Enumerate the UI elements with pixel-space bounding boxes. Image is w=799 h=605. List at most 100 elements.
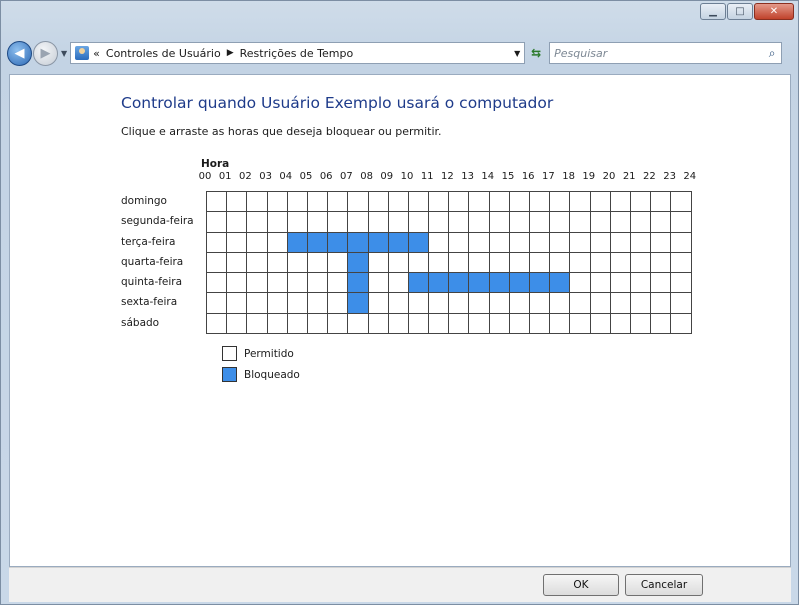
hour-cell[interactable] [469, 192, 490, 213]
hour-cell[interactable] [550, 293, 571, 314]
hour-cell[interactable] [530, 293, 551, 314]
hour-cell[interactable] [328, 212, 349, 233]
hour-cell[interactable] [328, 192, 349, 213]
breadcrumb-separator-icon[interactable]: ▶ [227, 48, 234, 58]
hour-cell[interactable] [348, 273, 369, 294]
hour-cell[interactable] [550, 252, 571, 274]
hour-cell[interactable] [247, 212, 268, 233]
hour-cell[interactable] [267, 212, 288, 233]
hour-cell[interactable] [590, 252, 611, 274]
hour-cell[interactable] [570, 192, 591, 213]
hour-cell[interactable] [287, 313, 308, 335]
hour-cell[interactable] [227, 212, 248, 233]
hour-cell[interactable] [267, 273, 288, 294]
hour-cell[interactable] [550, 212, 571, 233]
search-input[interactable]: Pesquisar ⌕ [549, 42, 783, 64]
hour-cell[interactable] [247, 273, 268, 294]
hour-cell[interactable] [429, 212, 450, 233]
hour-cell[interactable] [570, 212, 591, 233]
hour-cell[interactable] [651, 252, 672, 274]
hour-cell[interactable] [630, 313, 652, 335]
hour-cell[interactable] [429, 313, 450, 335]
hour-cell[interactable] [509, 313, 530, 335]
forward-button[interactable]: ▶ [33, 40, 58, 66]
breadcrumb-user-controls[interactable]: Controles de Usuário [106, 47, 221, 60]
hour-cell[interactable] [610, 313, 631, 335]
hour-cell[interactable] [207, 252, 228, 274]
breadcrumb-time-restrictions[interactable]: Restrições de Tempo [240, 47, 354, 60]
hour-cell[interactable] [509, 293, 530, 314]
hour-cell[interactable] [651, 232, 672, 253]
hour-cell[interactable] [570, 313, 591, 335]
hour-cell[interactable] [610, 232, 631, 253]
address-bar[interactable]: « Controles de Usuário ▶ Restrições de T… [70, 42, 526, 64]
hour-cell[interactable] [530, 313, 551, 335]
hour-cell[interactable] [227, 293, 248, 314]
hour-cell[interactable] [449, 273, 470, 294]
hour-cell[interactable] [590, 293, 611, 314]
hour-cell[interactable] [489, 273, 510, 294]
hour-cell[interactable] [227, 252, 248, 274]
hour-cell[interactable] [630, 232, 652, 253]
hour-cell[interactable] [388, 313, 409, 335]
hour-cell[interactable] [671, 313, 692, 335]
hour-cell[interactable] [368, 252, 389, 274]
hour-cell[interactable] [509, 232, 530, 253]
hour-cell[interactable] [267, 252, 288, 274]
hour-cell[interactable] [227, 192, 248, 213]
hour-cell[interactable] [388, 252, 409, 274]
hour-cell[interactable] [590, 212, 611, 233]
hour-cell[interactable] [469, 252, 490, 274]
hour-cell[interactable] [227, 232, 248, 253]
hour-cell[interactable] [388, 232, 409, 253]
hour-cell[interactable] [429, 192, 450, 213]
hour-cell[interactable] [530, 273, 551, 294]
hour-cell[interactable] [429, 293, 450, 314]
hour-cell[interactable] [489, 313, 510, 335]
hour-cell[interactable] [449, 212, 470, 233]
hour-cell[interactable] [368, 212, 389, 233]
hour-cell[interactable] [348, 192, 369, 213]
hour-cell[interactable] [469, 212, 490, 233]
hour-cell[interactable] [348, 252, 369, 274]
hour-cell[interactable] [368, 192, 389, 213]
hour-cell[interactable] [469, 273, 490, 294]
hour-cell[interactable] [267, 232, 288, 253]
hour-cell[interactable] [307, 232, 329, 253]
hour-cell[interactable] [509, 192, 530, 213]
hour-cell[interactable] [590, 313, 611, 335]
search-icon[interactable]: ⌕ [763, 46, 781, 61]
hour-cell[interactable] [449, 192, 470, 213]
hour-cell[interactable] [610, 192, 631, 213]
hour-cell[interactable] [489, 212, 510, 233]
hour-cell[interactable] [408, 273, 430, 294]
hour-cell[interactable] [307, 293, 329, 314]
hour-cell[interactable] [550, 192, 571, 213]
hour-cell[interactable] [247, 192, 268, 213]
hour-cell[interactable] [368, 273, 389, 294]
hour-cell[interactable] [671, 252, 692, 274]
hour-cell[interactable] [570, 252, 591, 274]
hour-cell[interactable] [267, 313, 288, 335]
hour-cell[interactable] [530, 232, 551, 253]
hour-cell[interactable] [570, 293, 591, 314]
hour-cell[interactable] [429, 273, 450, 294]
hour-cell[interactable] [449, 313, 470, 335]
hour-cell[interactable] [267, 293, 288, 314]
hour-cell[interactable] [509, 212, 530, 233]
hour-cell[interactable] [388, 293, 409, 314]
hour-cell[interactable] [489, 252, 510, 274]
hour-cell[interactable] [408, 232, 430, 253]
hour-cell[interactable] [328, 273, 349, 294]
hour-cell[interactable] [207, 313, 228, 335]
hour-cell[interactable] [550, 273, 571, 294]
cancel-button[interactable]: Cancelar [625, 574, 703, 596]
hour-cell[interactable] [247, 313, 268, 335]
hour-cell[interactable] [590, 273, 611, 294]
recent-pages-dropdown-icon[interactable]: ▼ [61, 49, 67, 58]
hour-cell[interactable] [469, 293, 490, 314]
hour-cell[interactable] [388, 212, 409, 233]
hour-cell[interactable] [630, 252, 652, 274]
hour-cell[interactable] [630, 212, 652, 233]
address-dropdown-icon[interactable]: ▼ [510, 49, 524, 58]
